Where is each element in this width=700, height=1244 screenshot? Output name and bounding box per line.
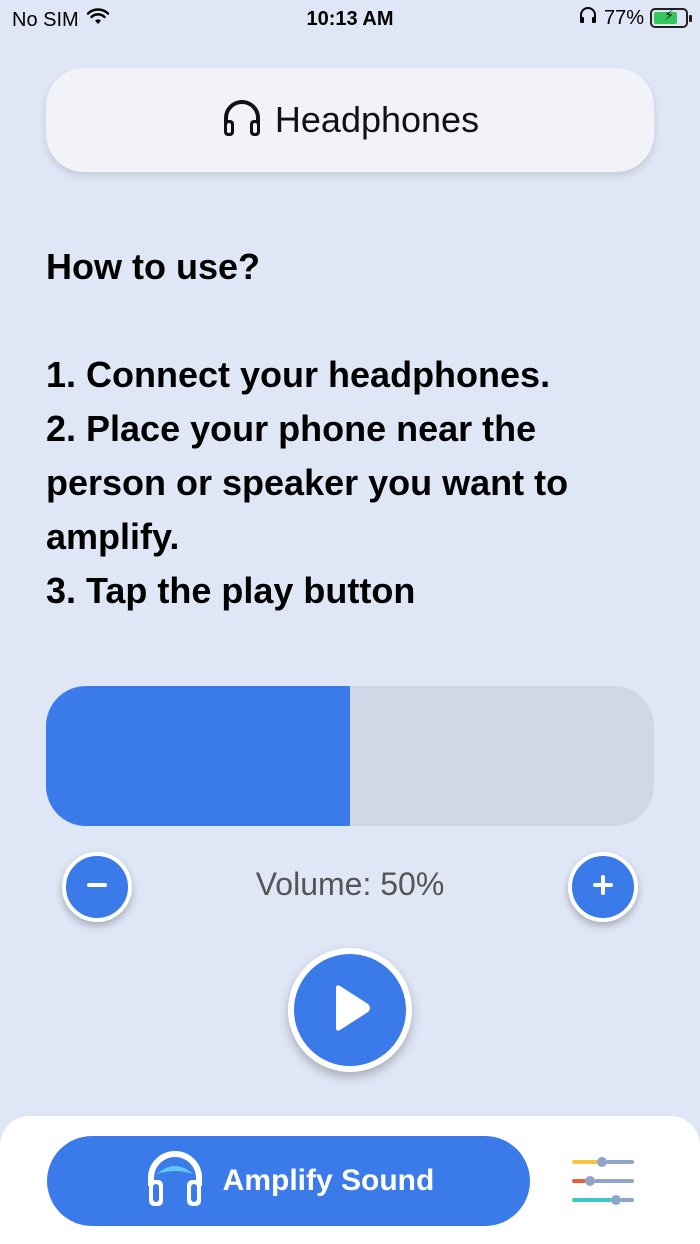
battery-label: 77% bbox=[603, 6, 644, 29]
headphones-status-icon bbox=[578, 6, 598, 30]
volume-slider-fill bbox=[46, 686, 350, 826]
volume-label: Volume: 50% bbox=[255, 866, 445, 902]
volume-down-button[interactable] bbox=[62, 852, 132, 922]
plus-icon bbox=[590, 872, 616, 903]
charging-bolt-icon: ⚡ bbox=[664, 7, 674, 23]
play-icon bbox=[326, 982, 374, 1039]
header-title: Headphones bbox=[274, 99, 480, 140]
volume-slider[interactable] bbox=[46, 686, 654, 826]
status-bar: No SIM 10:13 AM 77% ⚡ bbox=[0, 0, 700, 40]
instruction-step-3: 3. Tap the play button bbox=[46, 570, 416, 611]
equalizer-icon bbox=[570, 1157, 636, 1212]
instructions: How to use? 1. Connect your headphones. … bbox=[46, 240, 666, 618]
play-button[interactable] bbox=[288, 948, 412, 1072]
minus-icon bbox=[84, 872, 110, 903]
bottom-bar: Amplify Sound bbox=[0, 1116, 700, 1244]
instructions-heading: How to use? bbox=[46, 246, 260, 287]
amplify-sound-button[interactable]: Amplify Sound bbox=[47, 1136, 530, 1226]
battery-icon: ⚡ bbox=[650, 7, 692, 28]
status-right: 77% ⚡ bbox=[578, 6, 692, 30]
instruction-step-1: 1. Connect your headphones. bbox=[46, 354, 551, 395]
equalizer-button[interactable] bbox=[570, 1154, 636, 1208]
amplify-sound-label: Amplify Sound bbox=[222, 1164, 435, 1197]
volume-up-button[interactable] bbox=[568, 852, 638, 922]
headphones-icon bbox=[221, 98, 263, 143]
instruction-step-2: 2. Place your phone near the person or s… bbox=[46, 408, 569, 557]
headphones-icon bbox=[143, 1150, 207, 1213]
headphones-header-button[interactable]: Headphones bbox=[46, 68, 654, 172]
